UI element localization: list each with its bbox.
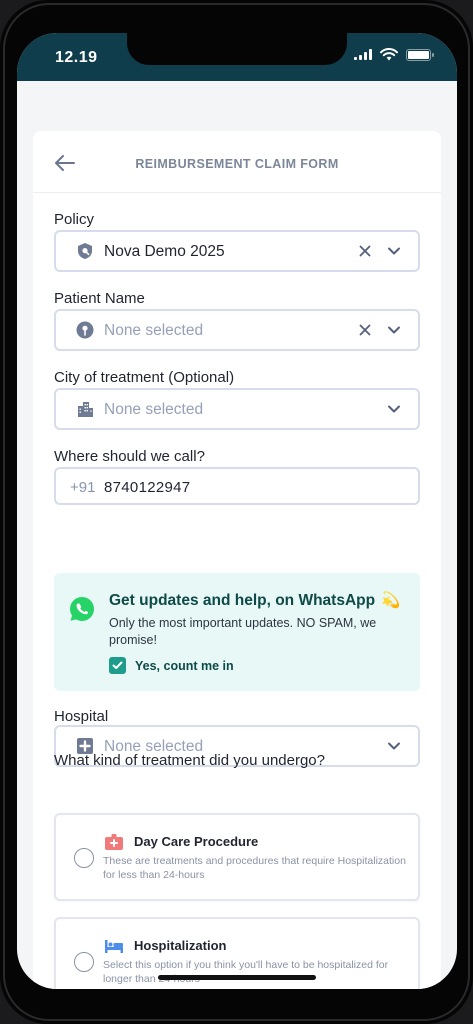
buildings-icon <box>78 402 93 417</box>
whatsapp-title: Get updates and help, on WhatsApp 💫 <box>109 592 401 609</box>
wifi-icon <box>380 48 398 61</box>
status-time: 12.19 <box>55 49 98 66</box>
policy-select[interactable]: Nova Demo 2025 <box>54 230 420 272</box>
chevron-down-icon[interactable] <box>387 404 401 414</box>
phone-label: Where should we call? <box>54 448 205 465</box>
whatsapp-icon <box>70 597 94 621</box>
status-bar: 12.19 <box>17 33 457 81</box>
signal-icon <box>354 49 372 60</box>
hospital-bed-icon <box>105 940 123 953</box>
city-label: City of treatment (Optional) <box>54 369 235 386</box>
hospital-label: Hospital <box>54 708 109 725</box>
city-value: None selected <box>104 401 204 418</box>
policy-label: Policy <box>54 211 95 228</box>
phone-frame: 12.19 REIMBURSEMENT CLAIM FORM Policy No… <box>0 0 473 1024</box>
option-description: These are treatments and procedures that… <box>103 855 406 881</box>
claim-form-card: REIMBURSEMENT CLAIM FORM Policy Nova Dem… <box>33 131 441 989</box>
patient-value: None selected <box>104 322 204 339</box>
radio-button[interactable] <box>74 848 94 868</box>
patient-select[interactable]: None selected <box>54 309 420 351</box>
chevron-down-icon[interactable] <box>387 246 401 256</box>
phone-input[interactable]: +91 8740122947 <box>54 467 420 505</box>
patient-label: Patient Name <box>54 290 145 307</box>
chevron-down-icon[interactable] <box>387 741 401 751</box>
whatsapp-consent-checkbox[interactable]: Yes, count me in <box>109 657 234 674</box>
option-description: Select this option if you think you'll h… <box>103 959 389 985</box>
battery-icon <box>406 48 434 61</box>
whatsapp-subtitle: Only the most important updates. NO SPAM… <box>109 616 377 647</box>
phone-number-value[interactable]: 8740122947 <box>104 479 190 496</box>
whatsapp-optin-box: Get updates and help, on WhatsApp 💫 Only… <box>54 573 420 691</box>
sparkle-icon: 💫 <box>381 592 401 609</box>
checkmark-icon[interactable] <box>109 657 126 674</box>
clear-icon[interactable] <box>358 323 372 337</box>
clear-icon[interactable] <box>358 244 372 258</box>
option-title: Day Care Procedure <box>134 834 259 849</box>
option-title: Hospitalization <box>134 938 227 953</box>
page-title: REIMBURSEMENT CLAIM FORM <box>135 157 339 171</box>
home-indicator[interactable] <box>158 975 316 980</box>
chevron-down-icon[interactable] <box>387 325 401 335</box>
notch <box>127 33 347 65</box>
country-code: +91 <box>70 479 96 496</box>
status-icons <box>354 48 434 61</box>
shield-icon <box>78 243 92 259</box>
option-day-care[interactable]: Day Care Procedure These are treatments … <box>54 813 420 901</box>
treatment-question: What kind of treatment did you undergo? <box>54 752 325 769</box>
policy-value: Nova Demo 2025 <box>104 243 225 260</box>
screen: 12.19 REIMBURSEMENT CLAIM FORM Policy No… <box>17 33 457 989</box>
checkbox-label: Yes, count me in <box>135 658 234 673</box>
user-pin-icon <box>76 321 94 339</box>
form-header: REIMBURSEMENT CLAIM FORM <box>33 131 441 193</box>
radio-button[interactable] <box>74 952 94 972</box>
bed-icon <box>105 834 123 850</box>
city-select[interactable]: None selected <box>54 388 420 430</box>
